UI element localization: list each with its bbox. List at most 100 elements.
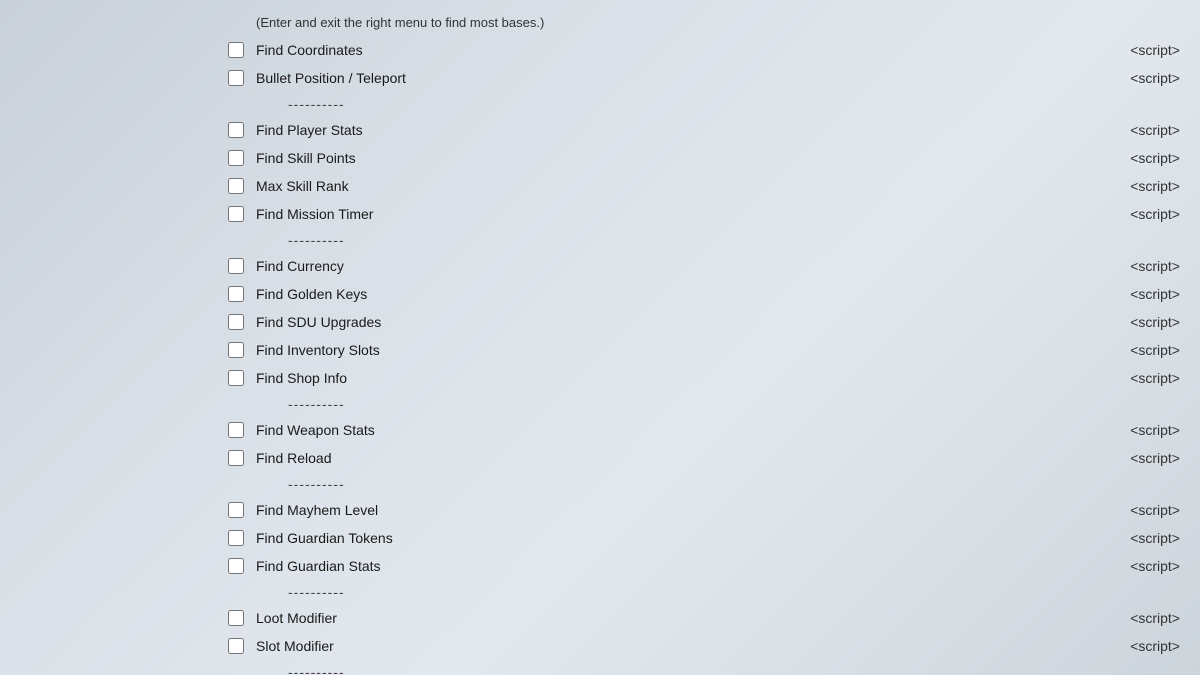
item-label: Find Mayhem Level xyxy=(252,502,1080,518)
list-row: Find Golden Keys<script> xyxy=(220,280,1200,308)
list-row: Find Mission Timer<script> xyxy=(220,200,1200,228)
checkbox-cell[interactable] xyxy=(220,258,252,274)
item-checkbox[interactable] xyxy=(228,370,244,386)
item-label: Find Guardian Stats xyxy=(252,558,1080,574)
item-checkbox[interactable] xyxy=(228,450,244,466)
list-row: Find Coordinates<script> xyxy=(220,36,1200,64)
item-label: Find Coordinates xyxy=(252,42,1080,58)
checkbox-cell[interactable] xyxy=(220,422,252,438)
checkbox-cell[interactable] xyxy=(220,558,252,574)
list-row: Find Guardian Tokens<script> xyxy=(220,524,1200,552)
item-checkbox[interactable] xyxy=(228,206,244,222)
script-tag: <script> xyxy=(1080,178,1200,194)
list-row: Slot Modifier<script> xyxy=(220,632,1200,660)
script-tag: <script> xyxy=(1080,150,1200,166)
item-checkbox[interactable] xyxy=(228,178,244,194)
header-label: (Enter and exit the right menu to find m… xyxy=(252,15,1080,30)
checkbox-cell[interactable] xyxy=(220,42,252,58)
item-label: Find Golden Keys xyxy=(252,286,1080,302)
item-checkbox[interactable] xyxy=(228,314,244,330)
script-tag: <script> xyxy=(1080,314,1200,330)
item-checkbox[interactable] xyxy=(228,638,244,654)
checkbox-cell[interactable] xyxy=(220,638,252,654)
list-row: Bullet Position / Teleport<script> xyxy=(220,64,1200,92)
script-tag: <script> xyxy=(1080,70,1200,86)
item-label: Find Skill Points xyxy=(252,150,1080,166)
script-tag: <script> xyxy=(1080,450,1200,466)
script-tag: <script> xyxy=(1080,610,1200,626)
script-tag: <script> xyxy=(1080,42,1200,58)
item-label: Find Inventory Slots xyxy=(252,342,1080,358)
separator-label: ---------- xyxy=(252,232,1080,248)
separator-label: ---------- xyxy=(252,396,1080,412)
item-checkbox[interactable] xyxy=(228,502,244,518)
list-row: ---------- xyxy=(220,580,1200,604)
list-row: Find Currency<script> xyxy=(220,252,1200,280)
script-tag: <script> xyxy=(1080,502,1200,518)
script-tag: <script> xyxy=(1080,122,1200,138)
list-row: ---------- xyxy=(220,92,1200,116)
checkbox-cell[interactable] xyxy=(220,70,252,86)
checkbox-cell[interactable] xyxy=(220,206,252,222)
item-checkbox[interactable] xyxy=(228,530,244,546)
item-checkbox[interactable] xyxy=(228,558,244,574)
list-row: (Enter and exit the right menu to find m… xyxy=(220,8,1200,36)
item-checkbox[interactable] xyxy=(228,150,244,166)
script-tag: <script> xyxy=(1080,370,1200,386)
checkbox-cell[interactable] xyxy=(220,502,252,518)
checkbox-cell[interactable] xyxy=(220,450,252,466)
script-tag: <script> xyxy=(1080,422,1200,438)
item-label: Find Currency xyxy=(252,258,1080,274)
checkbox-cell[interactable] xyxy=(220,150,252,166)
list-row: Loot Modifier<script> xyxy=(220,604,1200,632)
list-row: Find Reload<script> xyxy=(220,444,1200,472)
main-content: (Enter and exit the right menu to find m… xyxy=(0,0,1200,675)
list-row: Find Weapon Stats<script> xyxy=(220,416,1200,444)
script-tag: <script> xyxy=(1080,206,1200,222)
item-label: Find Player Stats xyxy=(252,122,1080,138)
list-row: Find Player Stats<script> xyxy=(220,116,1200,144)
script-tag: <script> xyxy=(1080,638,1200,654)
checkbox-cell[interactable] xyxy=(220,370,252,386)
list-row: Find Inventory Slots<script> xyxy=(220,336,1200,364)
item-checkbox[interactable] xyxy=(228,342,244,358)
item-label: Slot Modifier xyxy=(252,638,1080,654)
checkbox-cell[interactable] xyxy=(220,314,252,330)
checkbox-cell[interactable] xyxy=(220,530,252,546)
item-list: (Enter and exit the right menu to find m… xyxy=(220,8,1200,675)
list-row: Find SDU Upgrades<script> xyxy=(220,308,1200,336)
list-row: ---------- xyxy=(220,392,1200,416)
item-checkbox[interactable] xyxy=(228,286,244,302)
script-tag: <script> xyxy=(1080,342,1200,358)
item-checkbox[interactable] xyxy=(228,258,244,274)
separator-label: ---------- xyxy=(252,664,1080,675)
item-label: Find Mission Timer xyxy=(252,206,1080,222)
item-checkbox[interactable] xyxy=(228,122,244,138)
list-row: ---------- xyxy=(220,472,1200,496)
list-row: ---------- xyxy=(220,228,1200,252)
item-checkbox[interactable] xyxy=(228,42,244,58)
item-checkbox[interactable] xyxy=(228,70,244,86)
item-checkbox[interactable] xyxy=(228,610,244,626)
list-row: Find Mayhem Level<script> xyxy=(220,496,1200,524)
checkbox-cell[interactable] xyxy=(220,610,252,626)
item-label: Loot Modifier xyxy=(252,610,1080,626)
checkbox-cell[interactable] xyxy=(220,286,252,302)
item-label: Max Skill Rank xyxy=(252,178,1080,194)
checkbox-cell[interactable] xyxy=(220,122,252,138)
item-label: Find Shop Info xyxy=(252,370,1080,386)
checkbox-cell[interactable] xyxy=(220,178,252,194)
item-checkbox[interactable] xyxy=(228,422,244,438)
list-row: Find Guardian Stats<script> xyxy=(220,552,1200,580)
item-label: Find Weapon Stats xyxy=(252,422,1080,438)
script-tag: <script> xyxy=(1080,558,1200,574)
script-tag: <script> xyxy=(1080,258,1200,274)
list-row: ---------- xyxy=(220,660,1200,675)
item-label: Find Guardian Tokens xyxy=(252,530,1080,546)
separator-label: ---------- xyxy=(252,96,1080,112)
checkbox-cell[interactable] xyxy=(220,342,252,358)
list-row: Find Shop Info<script> xyxy=(220,364,1200,392)
script-tag: <script> xyxy=(1080,286,1200,302)
separator-label: ---------- xyxy=(252,584,1080,600)
separator-label: ---------- xyxy=(252,476,1080,492)
